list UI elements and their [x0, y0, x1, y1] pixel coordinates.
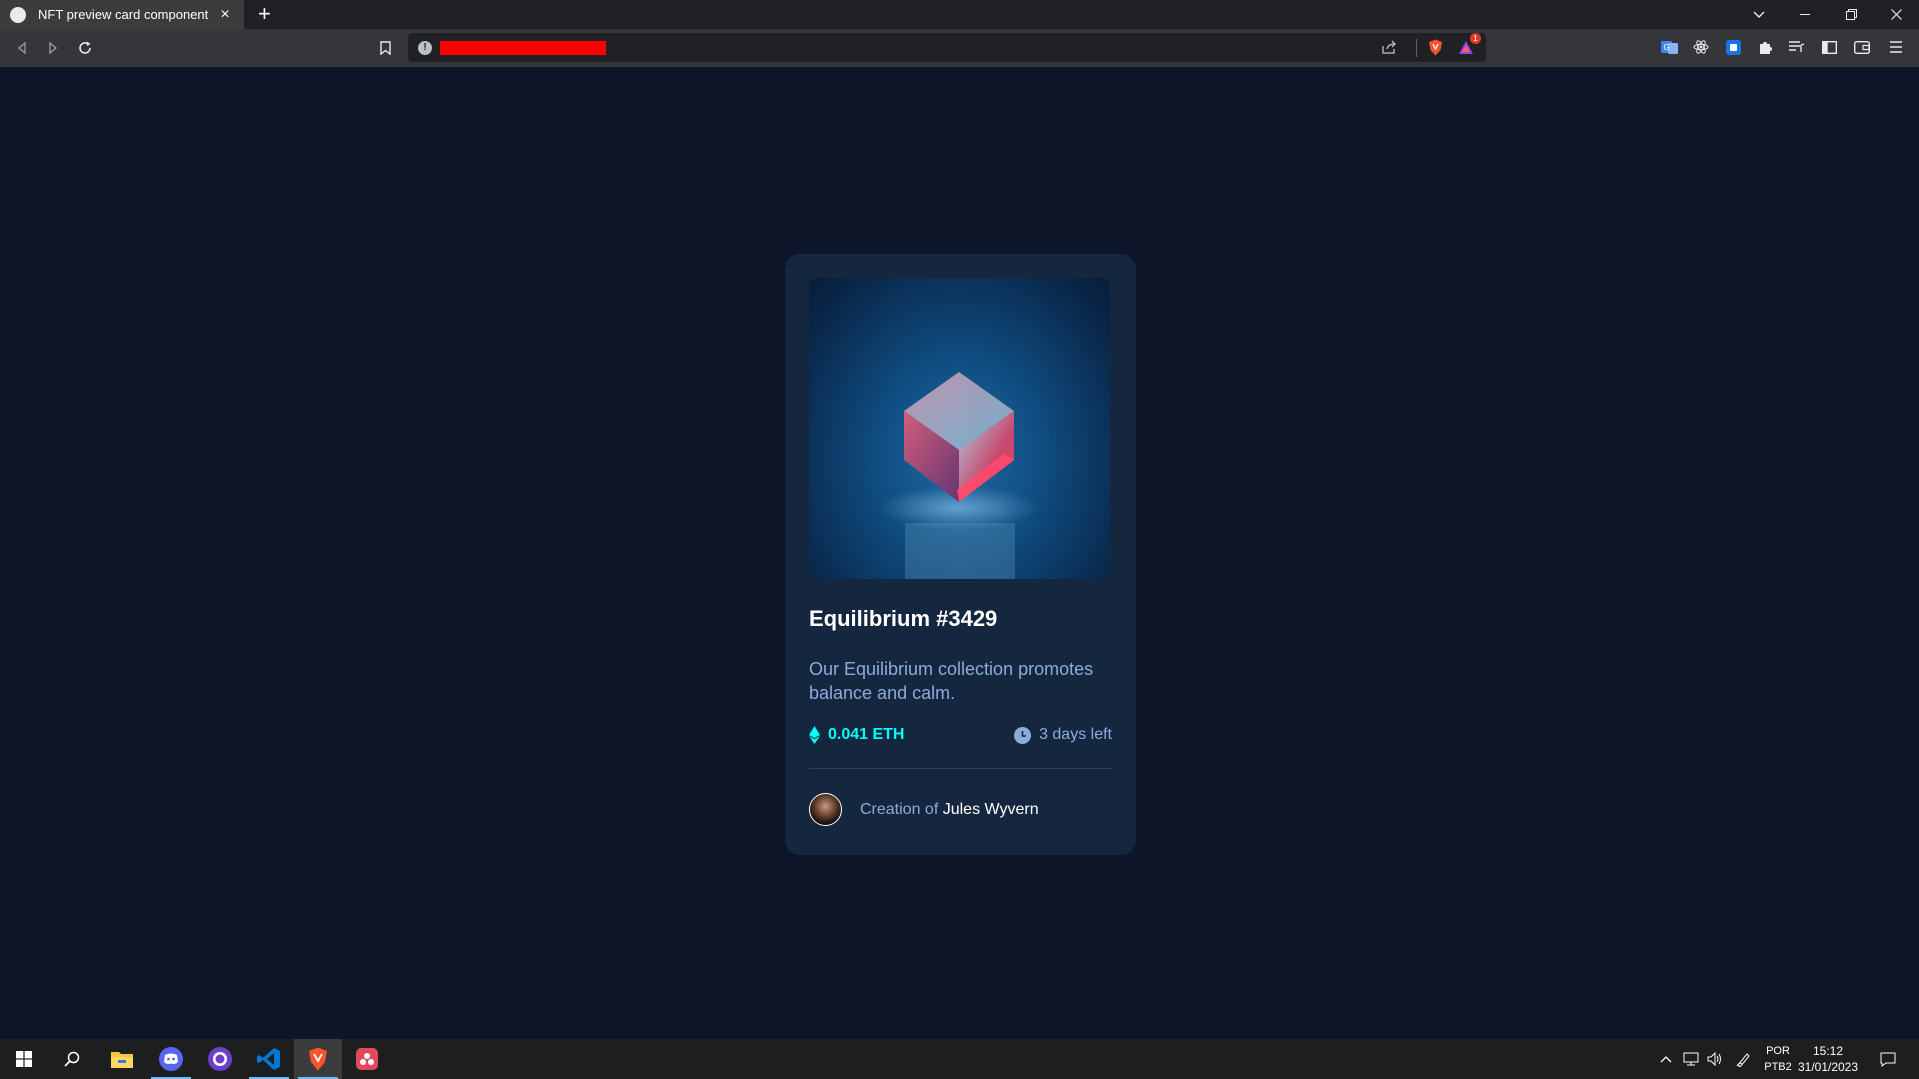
creator-prefix: Creation of — [860, 800, 939, 818]
clock-date: 31/01/2023 — [1797, 1060, 1859, 1074]
volume-icon[interactable] — [1707, 1039, 1723, 1079]
media-playlist-icon[interactable] — [1788, 38, 1806, 56]
nft-meta-row: 0.041 ETH 3 days left — [809, 726, 1112, 744]
minimize-icon[interactable] — [1782, 0, 1828, 29]
creator-name-link[interactable]: Jules Wyvern — [943, 801, 1039, 818]
new-tab-button[interactable]: + — [258, 2, 271, 26]
time-left-text: 3 days left — [1039, 726, 1112, 743]
back-icon[interactable] — [11, 37, 33, 59]
input-language[interactable]: POR PTB2 — [1762, 1043, 1794, 1075]
nft-image[interactable] — [809, 278, 1110, 579]
forward-icon[interactable] — [42, 37, 64, 59]
extension-blue-icon[interactable] — [1724, 38, 1742, 56]
wallet-icon[interactable] — [1853, 38, 1871, 56]
creator-row: Creation of Jules Wyvern — [809, 793, 1112, 826]
site-info-icon[interactable]: ! — [418, 41, 432, 55]
clock[interactable]: 15:12 31/01/2023 — [1793, 1043, 1863, 1075]
pen-icon[interactable] — [1736, 1039, 1751, 1079]
price-value: 0.041 ETH — [828, 726, 905, 743]
globe-icon — [10, 6, 26, 23]
brave-shields-icon[interactable] — [1426, 38, 1444, 56]
menu-icon[interactable] — [1887, 38, 1905, 56]
github-desktop-icon[interactable] — [196, 1039, 244, 1079]
clock-icon — [1014, 726, 1032, 744]
browser-tab[interactable]: NFT preview card component × — [0, 0, 244, 29]
restore-icon[interactable] — [1828, 0, 1874, 29]
nft-card: Equilibrium #3429 Our Equilibrium collec… — [785, 254, 1136, 855]
windows-taskbar: POR PTB2 15:12 31/01/2023 — [0, 1039, 1919, 1079]
notifications-icon[interactable] — [1880, 1039, 1896, 1079]
brave-rewards-icon[interactable]: 1 — [1458, 33, 1481, 56]
share-icon[interactable] — [1380, 38, 1398, 56]
browser-tab-strip: NFT preview card component × + — [0, 0, 1919, 29]
search-icon[interactable] — [48, 1039, 96, 1079]
extensions-puzzle-icon[interactable] — [1756, 38, 1774, 56]
redacted-url — [440, 41, 606, 55]
show-hidden-icons-icon[interactable] — [1660, 1039, 1672, 1079]
close-window-icon[interactable] — [1873, 0, 1919, 29]
rewards-badge: 1 — [1470, 33, 1481, 44]
tab-search-icon[interactable] — [1736, 0, 1782, 29]
price: 0.041 ETH — [809, 726, 904, 744]
svg-text:G: G — [1663, 43, 1669, 52]
file-explorer-icon[interactable] — [98, 1039, 146, 1079]
app-red-icon[interactable] — [343, 1039, 391, 1079]
address-bar[interactable]: ! 1 — [408, 33, 1486, 62]
divider — [809, 768, 1112, 769]
discord-icon[interactable] — [147, 1039, 195, 1079]
clock-time: 15:12 — [1812, 1044, 1844, 1058]
sidebar-toggle-icon[interactable] — [1820, 38, 1838, 56]
react-devtools-icon[interactable] — [1692, 38, 1710, 56]
avatar — [809, 793, 842, 826]
vscode-icon[interactable] — [245, 1039, 293, 1079]
windows-start-icon[interactable] — [0, 1039, 48, 1079]
creator-text: Creation of Jules Wyvern — [860, 801, 1039, 819]
omnibox-separator — [1416, 39, 1417, 57]
bookmark-icon[interactable] — [374, 37, 396, 59]
ethereum-icon — [809, 726, 820, 744]
translate-extension-icon[interactable]: G — [1660, 38, 1678, 56]
network-icon[interactable] — [1683, 1039, 1699, 1079]
tab-title: NFT preview card component — [38, 7, 209, 22]
time-left: 3 days left — [1014, 726, 1112, 744]
nft-title[interactable]: Equilibrium #3429 — [809, 606, 1112, 632]
nft-description: Our Equilibrium collection promotes bala… — [809, 659, 1094, 703]
keyboard-layout: PTB2 — [1764, 1061, 1792, 1073]
brave-browser-icon[interactable] — [294, 1039, 342, 1079]
close-tab-icon[interactable]: × — [216, 6, 234, 24]
language-code: POR — [1766, 1045, 1790, 1057]
reload-icon[interactable] — [74, 37, 96, 59]
browser-toolbar: ! 1 G — [0, 29, 1919, 67]
crystal-cube-image — [879, 372, 1039, 579]
